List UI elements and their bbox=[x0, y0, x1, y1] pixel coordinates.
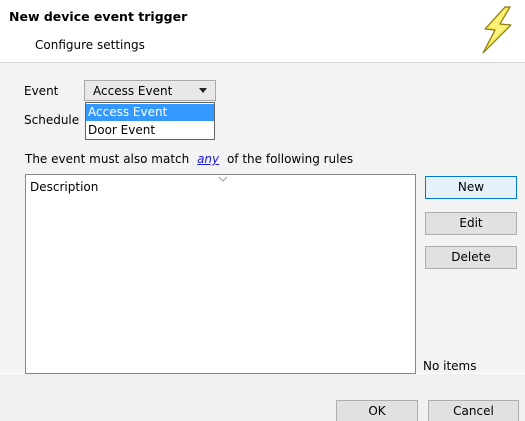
new-button[interactable]: New bbox=[425, 176, 517, 199]
match-mode-link[interactable]: any bbox=[197, 152, 219, 166]
dialog-window: New device event trigger Configure setti… bbox=[0, 0, 525, 421]
cancel-button[interactable]: Cancel bbox=[428, 400, 519, 421]
description-column-header[interactable]: Description bbox=[30, 180, 98, 194]
rule-match-prefix: The event must also match bbox=[25, 152, 190, 166]
event-dropdown-list: Access Event Door Event bbox=[85, 102, 215, 140]
event-option-access[interactable]: Access Event bbox=[86, 104, 214, 121]
event-option-door[interactable]: Door Event bbox=[86, 122, 214, 139]
sort-chevron-icon bbox=[218, 176, 228, 182]
dialog-subtitle: Configure settings bbox=[35, 38, 145, 52]
event-select-value: Access Event bbox=[93, 84, 173, 98]
dialog-header: New device event trigger Configure setti… bbox=[0, 0, 525, 62]
edit-button[interactable]: Edit bbox=[425, 212, 517, 235]
delete-button[interactable]: Delete bbox=[425, 246, 517, 269]
event-select[interactable]: Access Event bbox=[84, 80, 216, 101]
rule-match-text: The event must also match any of the fol… bbox=[25, 152, 353, 166]
dialog-title: New device event trigger bbox=[9, 9, 188, 24]
schedule-label: Schedule bbox=[24, 113, 80, 127]
ok-button[interactable]: OK bbox=[336, 400, 418, 421]
chevron-down-icon[interactable] bbox=[199, 88, 207, 93]
rule-match-suffix: of the following rules bbox=[226, 152, 354, 166]
lightning-bolt-icon bbox=[482, 6, 512, 54]
event-label: Event bbox=[24, 84, 59, 98]
rules-list[interactable]: Description bbox=[25, 174, 416, 374]
rules-status-text: No items bbox=[423, 359, 477, 373]
